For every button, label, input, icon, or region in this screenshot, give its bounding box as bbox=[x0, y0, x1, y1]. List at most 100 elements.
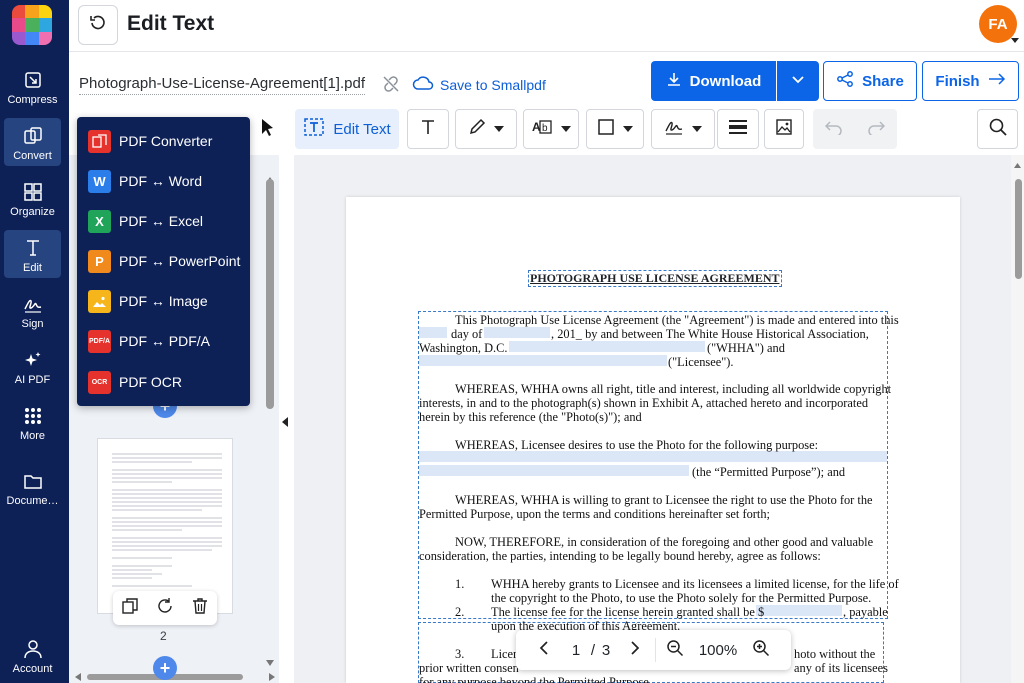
nav-compress[interactable]: Compress bbox=[4, 62, 61, 110]
redo-icon[interactable] bbox=[867, 119, 886, 140]
document-title[interactable]: PHOTOGRAPH USE LICENSE AGREEMENT bbox=[528, 270, 782, 287]
menu-item-label: PDF ↔ PDF/A bbox=[119, 333, 211, 349]
doc-line: the copyright to the Photo, to use the P… bbox=[491, 591, 872, 605]
menu-item-pdf-word[interactable]: W PDF ↔ Word bbox=[88, 167, 248, 195]
nav-organize[interactable]: Organize bbox=[4, 174, 61, 222]
next-page-button[interactable] bbox=[621, 630, 649, 670]
word-icon: W bbox=[88, 169, 111, 193]
save-to-smallpdf-link[interactable]: Save to Smallpdf bbox=[412, 75, 546, 94]
image-icon bbox=[88, 289, 111, 313]
form-field[interactable] bbox=[419, 451, 887, 462]
excel-icon: X bbox=[88, 209, 111, 233]
menu-item-pdf-excel[interactable]: X PDF ↔ Excel bbox=[88, 207, 248, 235]
form-field[interactable] bbox=[484, 327, 550, 338]
image-icon bbox=[775, 118, 793, 141]
edit-text-label: Edit Text bbox=[333, 120, 391, 138]
unlink-icon[interactable] bbox=[381, 74, 401, 94]
add-text-tool[interactable] bbox=[407, 109, 449, 149]
finish-label: Finish bbox=[935, 72, 980, 90]
left-navigation-rail: Compress Convert Organize Edit Sign AI P… bbox=[0, 0, 69, 683]
pen-icon bbox=[468, 118, 486, 141]
compress-icon bbox=[22, 69, 44, 91]
download-button[interactable]: Download bbox=[651, 61, 776, 101]
trash-icon[interactable] bbox=[191, 597, 209, 620]
doc-line: WHHA hereby grants to Licensee and its l… bbox=[491, 577, 899, 591]
page-title: Edit Text bbox=[127, 12, 215, 35]
nav-convert[interactable]: Convert bbox=[4, 118, 61, 166]
menu-item-pdf-converter[interactable]: PDF Converter bbox=[88, 127, 248, 155]
collapse-panel-icon[interactable] bbox=[282, 417, 288, 427]
select-tool[interactable] bbox=[248, 109, 288, 149]
nav-account[interactable]: Account bbox=[4, 631, 61, 679]
doc-line: , 201_ by and between The White House Hi… bbox=[551, 327, 869, 341]
nav-label: AI PDF bbox=[14, 374, 51, 386]
doc-line: WHEREAS, WHHA owns all right, title and … bbox=[455, 382, 892, 396]
whiteout-tool[interactable] bbox=[717, 109, 759, 149]
thumbnail-scrollbar[interactable] bbox=[263, 157, 277, 671]
menu-item-pdf-ocr[interactable]: OCR PDF OCR bbox=[88, 368, 248, 396]
nav-documents[interactable]: Docume… bbox=[4, 463, 61, 511]
form-field[interactable] bbox=[419, 465, 689, 476]
doc-line: herein by this reference (the "Photo(s)"… bbox=[419, 410, 642, 424]
cloud-icon bbox=[412, 75, 434, 94]
menu-item-pdf-pdfa[interactable]: PDF/A PDF ↔ PDF/A bbox=[88, 327, 248, 355]
doc-line: 1. bbox=[455, 577, 465, 591]
nav-more[interactable]: More bbox=[4, 398, 61, 446]
duplicate-icon[interactable] bbox=[121, 597, 139, 620]
redact-lines-icon bbox=[728, 119, 748, 140]
previous-page-button[interactable] bbox=[530, 630, 558, 670]
zoom-out-button[interactable] bbox=[661, 630, 689, 670]
back-button[interactable] bbox=[78, 5, 118, 45]
menu-item-pdf-powerpoint[interactable]: P PDF ↔ PowerPoint bbox=[88, 247, 248, 275]
save-label: Save to Smallpdf bbox=[440, 76, 546, 93]
smallpdf-logo[interactable] bbox=[12, 5, 52, 45]
zoom-level[interactable]: 100% bbox=[694, 630, 742, 670]
form-field[interactable] bbox=[756, 605, 842, 616]
menu-item-pdf-image[interactable]: PDF ↔ Image bbox=[88, 287, 248, 315]
user-icon bbox=[22, 638, 44, 660]
insert-page-button[interactable]: + bbox=[153, 656, 177, 680]
download-label: Download bbox=[689, 72, 762, 90]
doc-line: day of bbox=[451, 327, 483, 341]
share-button[interactable]: Share bbox=[823, 61, 917, 101]
shape-tool[interactable] bbox=[586, 109, 644, 149]
ocr-icon: OCR bbox=[88, 370, 111, 394]
undo-icon[interactable] bbox=[824, 119, 843, 140]
zoom-in-button[interactable] bbox=[747, 630, 775, 670]
document-scrollbar[interactable] bbox=[1011, 155, 1024, 683]
form-field[interactable] bbox=[419, 355, 667, 366]
doc-line: prior written consen bbox=[419, 661, 519, 675]
download-icon bbox=[666, 71, 682, 91]
form-field[interactable] bbox=[509, 341, 705, 352]
text-field-tool[interactable]: Ab bbox=[523, 109, 579, 149]
page-thumbnail[interactable] bbox=[97, 438, 233, 614]
chevron-down-icon[interactable] bbox=[1011, 38, 1019, 43]
scrollbar-thumb[interactable] bbox=[1015, 179, 1022, 279]
finish-button[interactable]: Finish bbox=[922, 61, 1019, 101]
nav-label: Convert bbox=[13, 150, 52, 162]
edit-text-tool[interactable]: Edit Text bbox=[295, 109, 399, 149]
menu-item-label: PDF ↔ Word bbox=[119, 173, 202, 189]
file-name[interactable]: Photograph-Use-License-Agreement[1].pdf bbox=[79, 75, 365, 95]
sign-tool[interactable] bbox=[651, 109, 715, 149]
image-tool[interactable] bbox=[764, 109, 804, 149]
nav-edit[interactable]: Edit bbox=[4, 230, 61, 278]
nav-ai-pdf[interactable]: AI PDF bbox=[4, 342, 61, 390]
rotate-icon[interactable] bbox=[156, 597, 174, 620]
page-thumbnail-preview bbox=[112, 453, 222, 587]
divider bbox=[655, 638, 656, 662]
search-button[interactable] bbox=[977, 109, 1018, 149]
current-page-input[interactable]: 1 bbox=[568, 630, 584, 670]
chevron-down-icon bbox=[494, 126, 504, 132]
form-field[interactable] bbox=[419, 327, 447, 338]
dots-grid-icon bbox=[22, 405, 44, 427]
share-icon bbox=[836, 70, 854, 92]
download-options-button[interactable] bbox=[777, 61, 819, 101]
doc-line: any of its licensees bbox=[794, 661, 888, 675]
text-t-icon bbox=[419, 118, 437, 141]
nav-sign[interactable]: Sign bbox=[4, 286, 61, 334]
nav-label: Edit bbox=[23, 262, 42, 274]
menu-item-label: PDF ↔ Excel bbox=[119, 213, 204, 229]
doc-line: hoto without the bbox=[794, 647, 876, 661]
draw-tool[interactable] bbox=[455, 109, 517, 149]
